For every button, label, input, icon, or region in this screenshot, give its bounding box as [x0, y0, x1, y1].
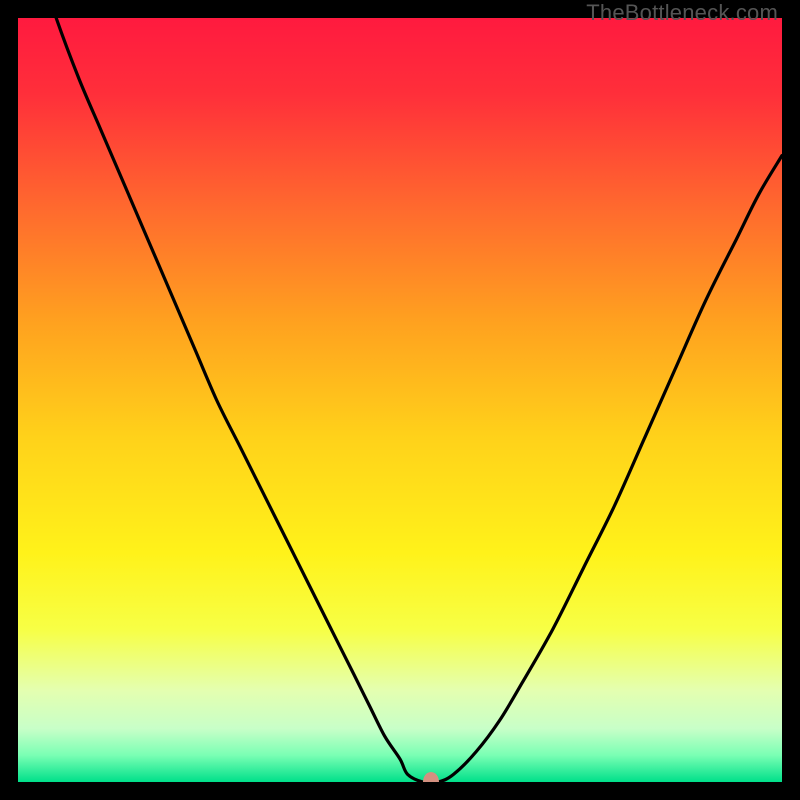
plot-area	[18, 18, 782, 782]
watermark-label: TheBottleneck.com	[586, 0, 778, 26]
bottleneck-curve	[18, 18, 782, 782]
chart-frame: TheBottleneck.com	[0, 0, 800, 800]
